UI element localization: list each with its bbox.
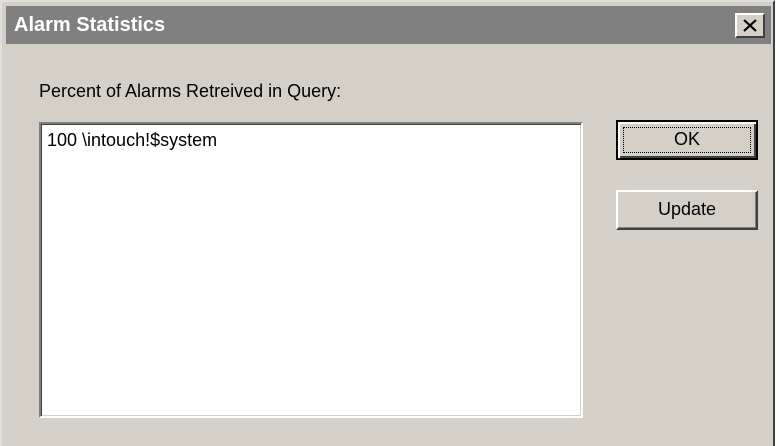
alarm-query-listbox[interactable]: 100 \intouch!$system [39,122,583,418]
update-button[interactable]: Update [616,190,758,230]
list-item[interactable]: 100 \intouch!$system [47,130,217,151]
ok-button-label: OK [673,129,700,149]
title-bar: Alarm Statistics [6,6,771,44]
close-button[interactable] [735,13,765,38]
ok-button[interactable]: OK [616,120,758,160]
close-icon [743,19,757,32]
update-button-label: Update [657,199,717,219]
alarm-statistics-dialog: Alarm Statistics Percent of Alarms Retre… [0,0,775,446]
query-percent-label: Percent of Alarms Retreived in Query: [39,81,342,101]
window-title: Alarm Statistics [14,14,166,36]
